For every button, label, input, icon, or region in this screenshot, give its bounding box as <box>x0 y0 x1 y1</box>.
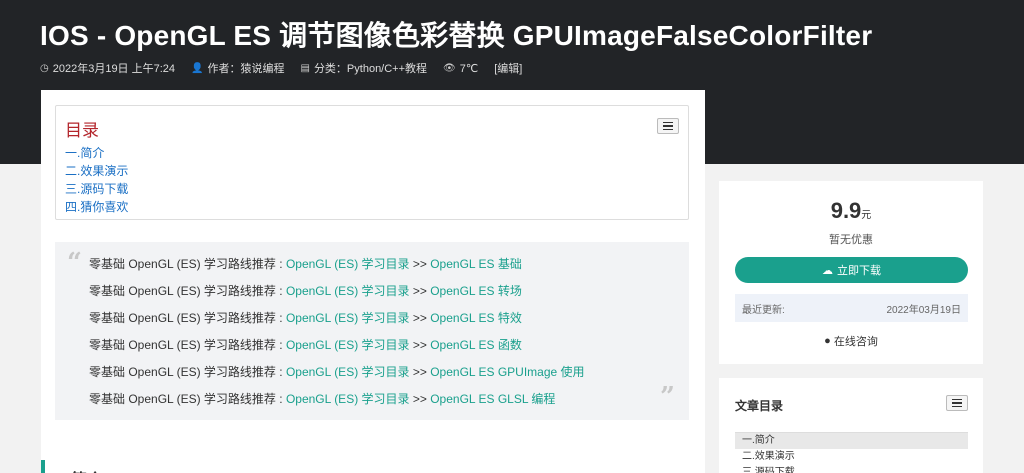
quote-line: 零基础 OpenGL (ES) 学习路线推荐 : OpenGL (ES) 学习目… <box>89 278 689 305</box>
sidebar-toc-item[interactable]: 一.简介 <box>735 433 968 449</box>
edit-link[interactable]: [编辑] <box>494 60 522 76</box>
meta-category-text[interactable]: 分类：Python/C++教程 <box>314 60 427 76</box>
table-of-contents: 目录 一.简介 二.效果演示 三.源码下载 四.猜你喜欢 <box>55 105 689 220</box>
toc-item[interactable]: 二.效果演示 <box>65 162 679 180</box>
section-accent-bar <box>41 460 45 473</box>
price: 9.9元 <box>719 198 983 224</box>
quote-line: 零基础 OpenGL (ES) 学习路线推荐 : OpenGL (ES) 学习目… <box>89 386 689 413</box>
quote-prefix: 零基础 OpenGL (ES) 学习路线推荐 : <box>89 284 286 298</box>
quote-line: 零基础 OpenGL (ES) 学习路线推荐 : OpenGL (ES) 学习目… <box>89 251 689 278</box>
quote-prefix: 零基础 OpenGL (ES) 学习路线推荐 : <box>89 338 286 352</box>
learning-directory-link[interactable]: OpenGL (ES) 学习目录 <box>286 311 410 325</box>
download-label: 立即下载 <box>837 265 881 277</box>
cloud-download-icon: ☁ <box>822 264 833 277</box>
quote-sep: >> <box>409 284 431 298</box>
section-heading: 简介 <box>71 466 103 473</box>
discount-text: 暂无优惠 <box>829 234 873 246</box>
sidebar-toc-list: 一.简介 二.效果演示 三.源码下载 <box>735 432 968 473</box>
learning-directory-link[interactable]: OpenGL (ES) 学习目录 <box>286 284 410 298</box>
meta-author[interactable]: 👤 作者：猿说编程 <box>191 60 284 76</box>
learning-directory-link[interactable]: OpenGL (ES) 学习目录 <box>286 365 410 379</box>
sidebar-toc-toggle-button[interactable] <box>946 395 968 411</box>
updated-value: 2022年03月19日 <box>886 304 962 316</box>
price-unit: 元 <box>861 210 872 221</box>
quote-line: 零基础 OpenGL (ES) 学习路线推荐 : OpenGL (ES) 学习目… <box>89 332 689 359</box>
topic-link[interactable]: OpenGL ES 转场 <box>430 284 522 298</box>
learning-directory-link[interactable]: OpenGL (ES) 学习目录 <box>286 257 410 271</box>
consult-link[interactable]: ● 在线咨询 <box>719 333 983 349</box>
toc-title: 目录 <box>65 121 99 140</box>
updated-label: 最近更新: <box>742 304 785 316</box>
quote-line: 零基础 OpenGL (ES) 学习路线推荐 : OpenGL (ES) 学习目… <box>89 359 689 386</box>
learning-directory-link[interactable]: OpenGL (ES) 学习目录 <box>286 392 410 406</box>
topic-link[interactable]: OpenGL ES GLSL 编程 <box>430 392 555 406</box>
quote-prefix: 零基础 OpenGL (ES) 学习路线推荐 : <box>89 257 286 271</box>
toc-item[interactable]: 一.简介 <box>65 144 679 162</box>
sidebar-toc: 文章目录 一.简介 二.效果演示 三.源码下载 <box>719 378 983 473</box>
price-value: 9.9 <box>830 198 862 223</box>
close-quote-icon: ” <box>660 382 675 412</box>
page-title: IOS - OpenGL ES 调节图像色彩替换 GPUImageFalseCo… <box>40 20 873 51</box>
eye-icon: 👁 <box>443 62 456 74</box>
clock-icon: ◷ <box>40 62 49 74</box>
toc-toggle-button[interactable] <box>657 118 679 134</box>
meta-category[interactable]: ▤ 分类：Python/C++教程 <box>300 60 427 76</box>
meta-date: ◷ 2022年3月19日 上午7:24 <box>40 60 175 76</box>
article-body: 目录 一.简介 二.效果演示 三.源码下载 四.猜你喜欢 “ ” 零基础 Ope… <box>41 90 705 473</box>
meta-views-text: 7℃ <box>459 62 479 75</box>
user-icon: 👤 <box>191 62 204 74</box>
toc-item[interactable]: 四.猜你喜欢 <box>65 198 679 216</box>
post-meta: ◷ 2022年3月19日 上午7:24 👤 作者：猿说编程 ▤ 分类：Pytho… <box>40 60 522 76</box>
download-button[interactable]: ☁ 立即下载 <box>735 257 968 283</box>
learning-path-quote: “ ” 零基础 OpenGL (ES) 学习路线推荐 : OpenGL (ES)… <box>55 242 689 420</box>
quote-prefix: 零基础 OpenGL (ES) 学习路线推荐 : <box>89 311 286 325</box>
qq-icon: ● <box>824 335 831 347</box>
quote-sep: >> <box>409 392 431 406</box>
open-quote-icon: “ <box>67 248 82 278</box>
sidebar-toc-item[interactable]: 三.源码下载 <box>735 465 968 473</box>
topic-link[interactable]: OpenGL ES 特效 <box>430 311 522 325</box>
meta-views: 👁 7℃ <box>443 60 478 76</box>
quote-sep: >> <box>409 311 431 325</box>
last-updated: 最近更新: 2022年03月19日 <box>735 294 968 322</box>
topic-link[interactable]: OpenGL ES 基础 <box>430 257 522 271</box>
meta-author-text[interactable]: 作者：猿说编程 <box>207 60 284 76</box>
quote-prefix: 零基础 OpenGL (ES) 学习路线推荐 : <box>89 365 286 379</box>
topic-link[interactable]: OpenGL ES GPUImage 使用 <box>430 365 584 379</box>
learning-directory-link[interactable]: OpenGL (ES) 学习目录 <box>286 338 410 352</box>
purchase-box: 9.9元 暂无优惠 ☁ 立即下载 最近更新: 2022年03月19日 ● 在线咨… <box>719 181 983 364</box>
sidebar-toc-item[interactable]: 二.效果演示 <box>735 449 968 465</box>
consult-label[interactable]: 在线咨询 <box>834 333 878 349</box>
quote-sep: >> <box>409 338 431 352</box>
topic-link[interactable]: OpenGL ES 函数 <box>430 338 522 352</box>
quote-prefix: 零基础 OpenGL (ES) 学习路线推荐 : <box>89 392 286 406</box>
toc-item[interactable]: 三.源码下载 <box>65 180 679 198</box>
quote-sep: >> <box>409 365 431 379</box>
folder-icon: ▤ <box>300 62 310 74</box>
sidebar-toc-title: 文章目录 <box>735 399 784 413</box>
meta-date-text: 2022年3月19日 上午7:24 <box>52 63 176 75</box>
quote-sep: >> <box>409 257 431 271</box>
quote-line: 零基础 OpenGL (ES) 学习路线推荐 : OpenGL (ES) 学习目… <box>89 305 689 332</box>
